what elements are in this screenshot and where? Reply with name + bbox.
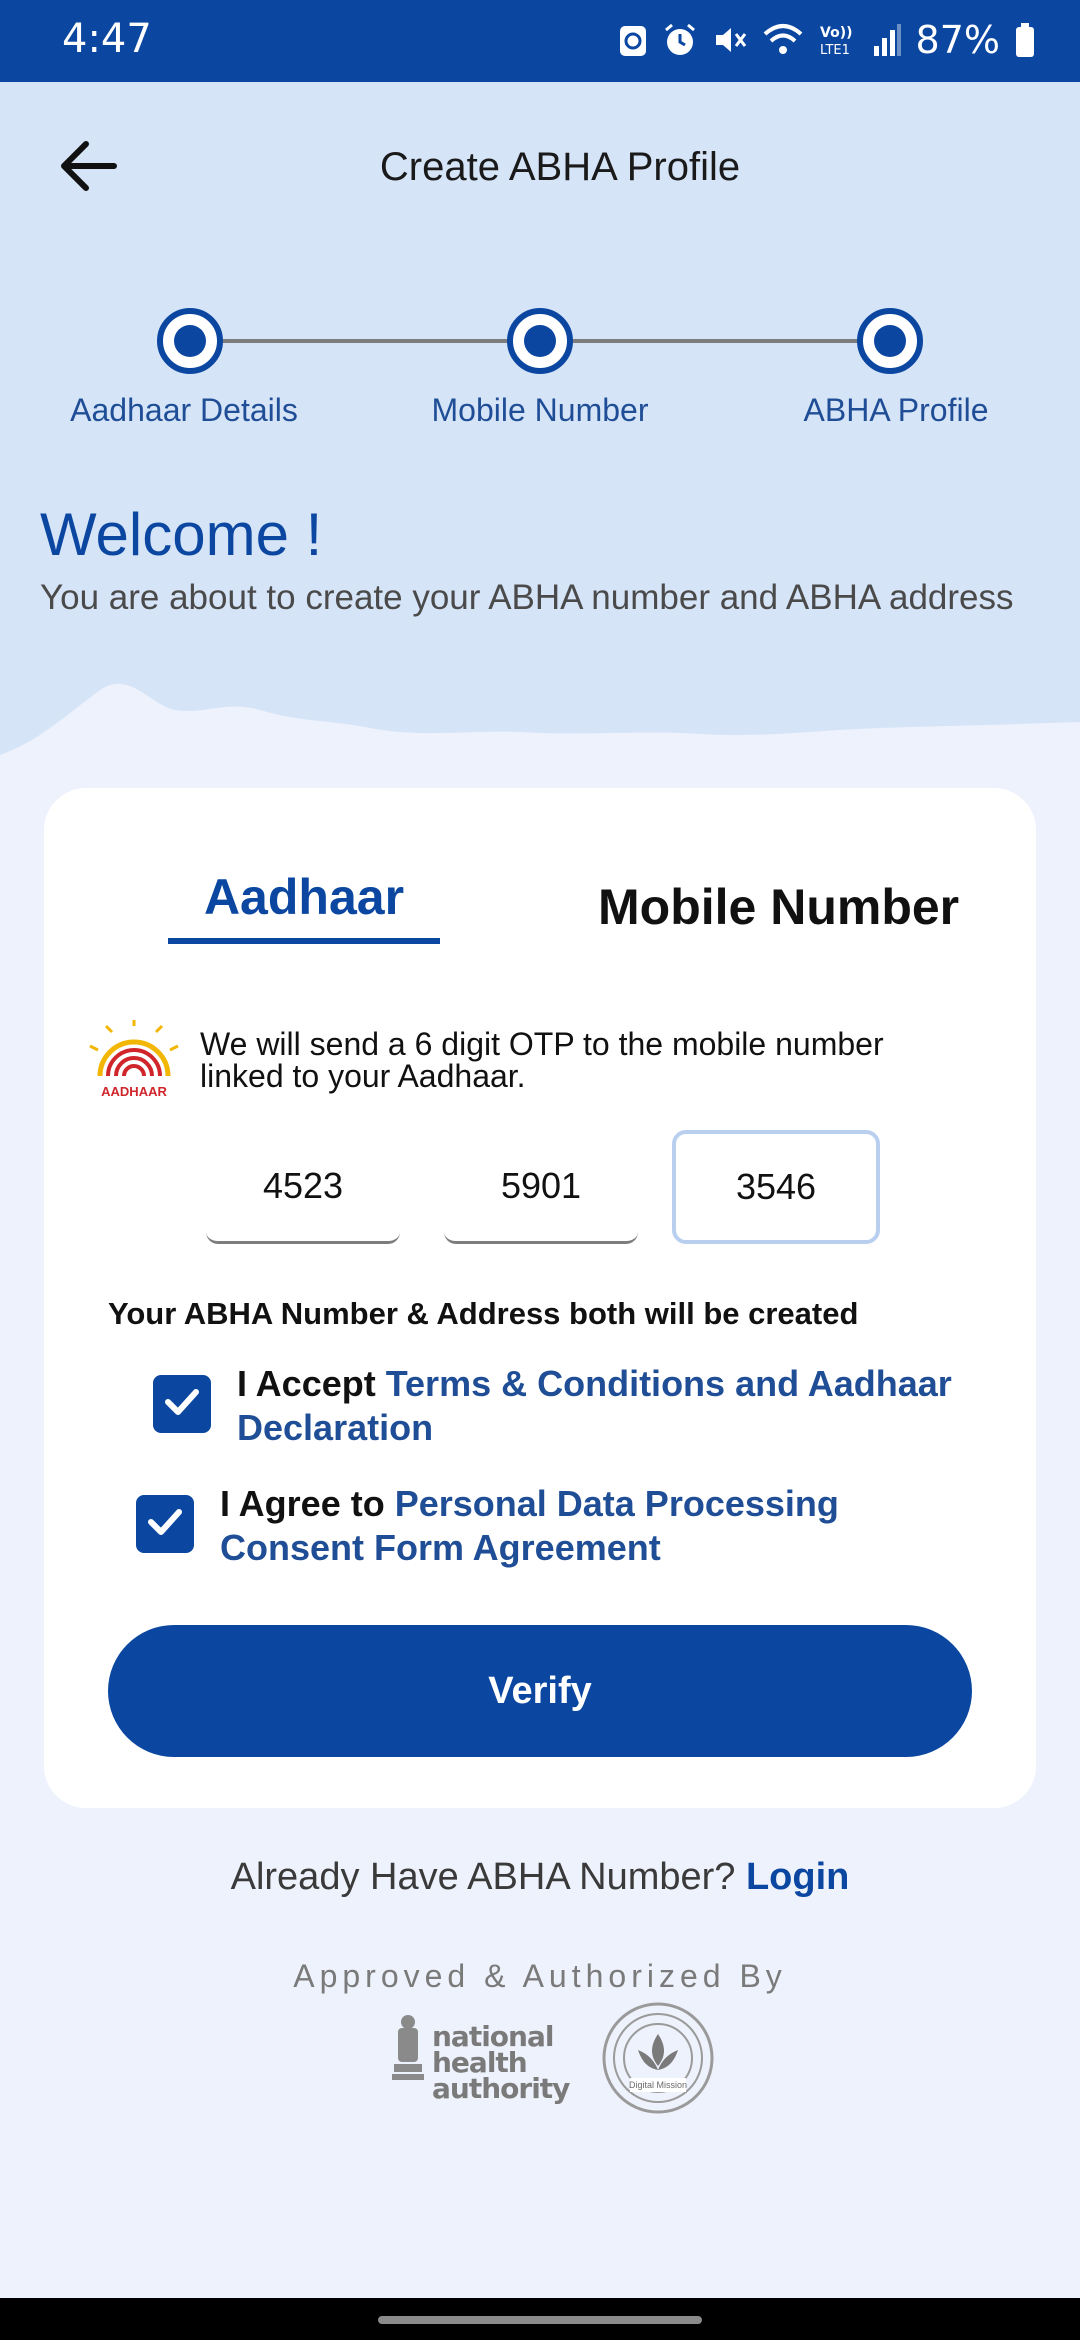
status-bar: 4:47 Vo)) LTE1 87% bbox=[0, 0, 1080, 82]
battery-icon bbox=[1014, 22, 1036, 58]
aadhaar-input-part-3[interactable]: 3546 bbox=[672, 1130, 880, 1244]
checkmark-icon bbox=[162, 1382, 202, 1427]
page-title: Create ABHA Profile bbox=[379, 145, 741, 189]
aadhaar-logo: AADHAAR bbox=[82, 1020, 186, 1100]
battery-percent: 87% bbox=[915, 18, 1000, 62]
tab-mobile-number[interactable]: Mobile Number bbox=[598, 878, 959, 936]
volte-icon: Vo)) LTE1 bbox=[818, 22, 858, 58]
svg-text:Vo)): Vo)) bbox=[820, 25, 852, 41]
stepper-connector bbox=[570, 339, 860, 343]
nha-logo: national health authority bbox=[386, 2010, 576, 2110]
alarm-icon bbox=[662, 22, 698, 58]
svg-text:authority: authority bbox=[432, 2072, 570, 2105]
aadhaar-input-part-1[interactable]: 4523 bbox=[206, 1130, 400, 1244]
data-consent-checkbox[interactable] bbox=[136, 1495, 194, 1553]
aadhaar-input-part-2[interactable]: 5901 bbox=[444, 1130, 638, 1244]
svg-text:LTE1: LTE1 bbox=[820, 43, 850, 58]
step-label-mobile: Mobile Number bbox=[431, 392, 649, 428]
svg-text:AADHAAR: AADHAAR bbox=[101, 1084, 167, 1099]
verify-button[interactable]: Verify bbox=[108, 1625, 972, 1757]
login-link[interactable]: Login bbox=[746, 1856, 849, 1898]
step-label-aadhaar: Aadhaar Details bbox=[70, 392, 298, 428]
recycle-icon bbox=[618, 22, 648, 58]
status-time: 4:47 bbox=[62, 16, 152, 62]
approved-by-label: Approved & Authorized By bbox=[293, 1958, 787, 1994]
login-prompt: Already Have ABHA Number? Login bbox=[0, 1856, 1080, 1899]
terms-consent-text: I Accept Terms & Conditions and Aadhaar … bbox=[237, 1362, 967, 1450]
mute-icon bbox=[712, 22, 748, 58]
step-label-profile: ABHA Profile bbox=[803, 392, 989, 428]
step-indicator-aadhaar bbox=[157, 308, 223, 374]
data-consent-text: I Agree to Personal Data Processing Cons… bbox=[220, 1482, 920, 1570]
otp-info-text: We will send a 6 digit OTP to the mobile… bbox=[200, 1026, 884, 1094]
tab-aadhaar[interactable]: Aadhaar bbox=[164, 868, 444, 926]
wifi-icon bbox=[762, 22, 804, 58]
terms-checkbox[interactable] bbox=[153, 1375, 211, 1433]
welcome-subtitle: You are about to create your ABHA number… bbox=[40, 578, 1014, 617]
home-gesture-handle[interactable] bbox=[378, 2316, 702, 2324]
step-indicator-profile bbox=[857, 308, 923, 374]
welcome-title: Welcome ! bbox=[40, 501, 323, 568]
step-indicator-mobile bbox=[507, 308, 573, 374]
status-icons: Vo)) LTE1 87% bbox=[618, 18, 1036, 62]
wave-divider bbox=[0, 683, 1080, 800]
ndhm-logo: Digital Mission bbox=[600, 2000, 716, 2116]
login-prompt-text: Already Have ABHA Number? bbox=[230, 1856, 746, 1898]
checkmark-icon bbox=[145, 1502, 185, 1547]
signal-icon bbox=[872, 22, 902, 58]
stepper-connector bbox=[220, 339, 510, 343]
creation-note: Your ABHA Number & Address both will be … bbox=[108, 1296, 859, 1331]
data-prefix: I Agree to bbox=[220, 1483, 395, 1524]
tab-active-indicator bbox=[168, 938, 440, 944]
svg-text:Digital Mission: Digital Mission bbox=[629, 2080, 687, 2090]
terms-prefix: I Accept bbox=[237, 1363, 386, 1404]
